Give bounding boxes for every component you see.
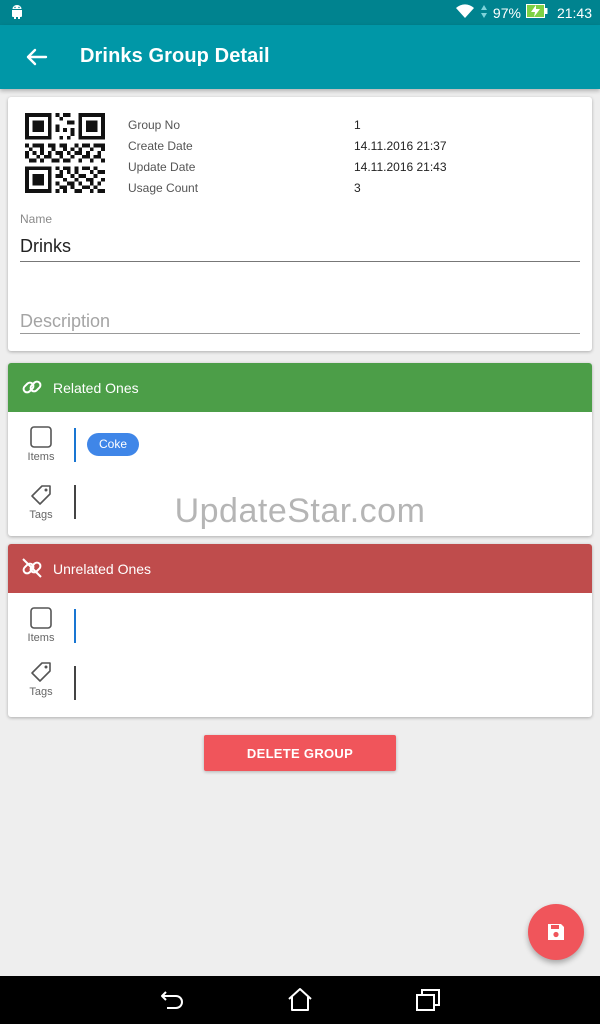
unrelated-tags-label: Tags xyxy=(29,686,53,698)
arrow-back-icon[interactable] xyxy=(22,45,50,69)
link-icon xyxy=(21,376,43,398)
delete-group-button[interactable]: DELETE GROUP xyxy=(204,735,396,771)
checkbox-outline-icon xyxy=(30,426,52,448)
home-icon[interactable] xyxy=(286,986,314,1014)
link-off-icon xyxy=(21,557,43,579)
save-icon xyxy=(548,924,564,940)
unrelated-tags-divider xyxy=(74,666,76,700)
description-field-underline xyxy=(20,333,580,334)
clock: 21:43 xyxy=(556,4,592,21)
status-bar: 97% 21:43 xyxy=(0,0,600,25)
related-ones-header[interactable]: Related Ones xyxy=(8,363,592,412)
qr-code-icon xyxy=(25,113,105,193)
app-bar: Drinks Group Detail xyxy=(0,25,600,89)
update-date-label: Update Date xyxy=(128,160,196,174)
navigation-bar xyxy=(0,976,600,1024)
detail-labels: Group No Create Date Update Date Usage C… xyxy=(128,115,198,199)
battery-charging-icon xyxy=(525,4,548,21)
unrelated-ones-title: Unrelated Ones xyxy=(53,561,152,577)
group-info-card: Group No Create Date Update Date Usage C… xyxy=(8,97,592,351)
related-items-label: Items xyxy=(27,451,55,463)
unrelated-items-label: Items xyxy=(27,632,55,644)
related-items-divider xyxy=(74,428,76,462)
name-field[interactable]: Drinks xyxy=(20,236,71,257)
unrelated-ones-card: Unrelated Ones Items Tags xyxy=(8,544,592,717)
related-items-row: Items xyxy=(24,425,58,463)
android-icon xyxy=(10,4,24,23)
tag-icon xyxy=(31,662,51,682)
detail-values: 1 14.11.2016 21:37 14.11.2016 21:43 3 xyxy=(354,115,447,199)
checkbox-outline-icon xyxy=(30,607,52,629)
unrelated-items-row: Items xyxy=(24,606,58,644)
create-date-value: 14.11.2016 21:37 xyxy=(354,139,447,153)
recents-icon[interactable] xyxy=(414,986,442,1014)
description-field[interactable] xyxy=(20,307,580,335)
item-chip-coke[interactable]: Coke xyxy=(87,433,140,456)
signal-icon xyxy=(480,4,488,22)
watermark: UpdateStar.com xyxy=(174,492,426,530)
save-button[interactable] xyxy=(528,904,584,960)
related-ones-title: Related Ones xyxy=(53,380,139,396)
wifi-icon xyxy=(455,3,475,22)
unrelated-items-divider xyxy=(74,609,76,643)
usage-count-value: 3 xyxy=(354,181,361,195)
group-no-label: Group No xyxy=(128,118,181,132)
name-field-underline xyxy=(20,261,580,262)
create-date-label: Create Date xyxy=(128,139,193,153)
back-nav-icon[interactable] xyxy=(158,986,186,1014)
unrelated-ones-header[interactable]: Unrelated Ones xyxy=(8,544,592,593)
battery-percent: 97% xyxy=(492,4,521,21)
unrelated-tags-row: Tags xyxy=(24,660,58,698)
page-title: Drinks Group Detail xyxy=(80,45,270,67)
group-no-value: 1 xyxy=(354,118,361,132)
name-field-label: Name xyxy=(20,212,53,226)
update-date-value: 14.11.2016 21:43 xyxy=(354,160,447,174)
usage-count-label: Usage Count xyxy=(128,181,199,195)
